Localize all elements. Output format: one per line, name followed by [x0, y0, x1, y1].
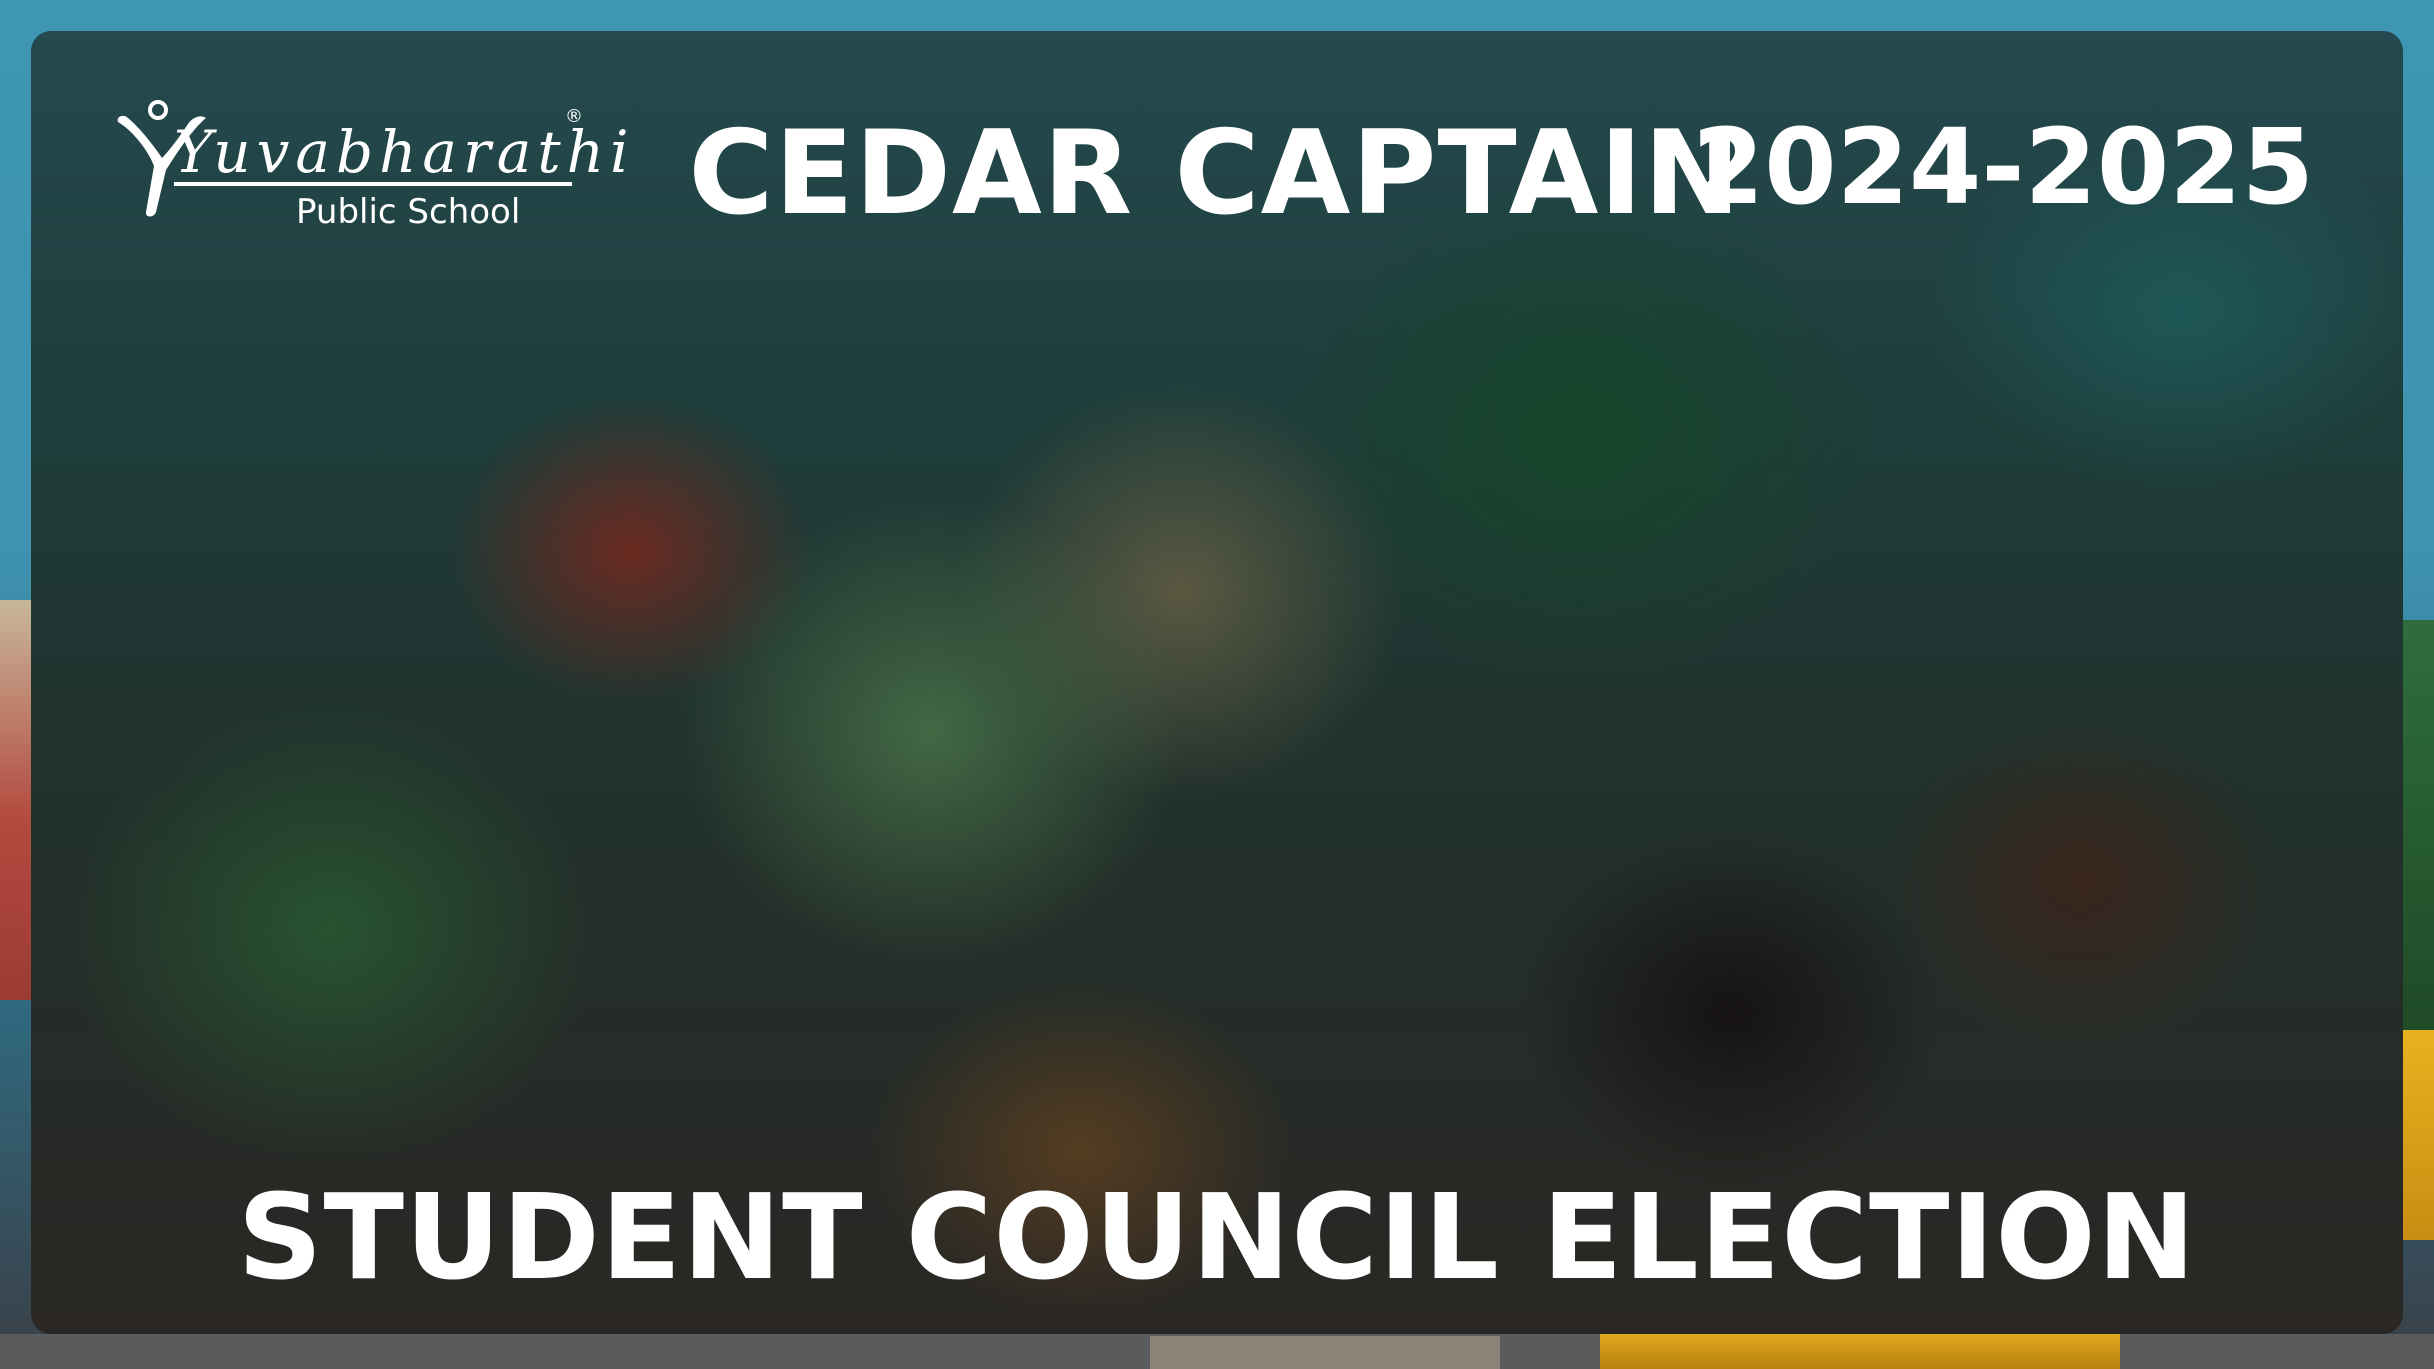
logo-name: Yuvabharathi — [174, 118, 635, 186]
background-building — [0, 600, 34, 1000]
school-logo: Yuvabharathi ® Public School — [110, 100, 629, 240]
background-tree — [2402, 620, 2434, 1040]
year-label: 2024-2025 — [1691, 106, 2314, 228]
background-bus-front — [1600, 1334, 2120, 1369]
logo-subtitle: Public School — [296, 192, 521, 232]
background-step — [1150, 1336, 1500, 1369]
page-title: CEDAR CAPTAIN — [688, 106, 1742, 241]
election-title: STUDENT COUNCIL ELECTION — [237, 1168, 2197, 1306]
